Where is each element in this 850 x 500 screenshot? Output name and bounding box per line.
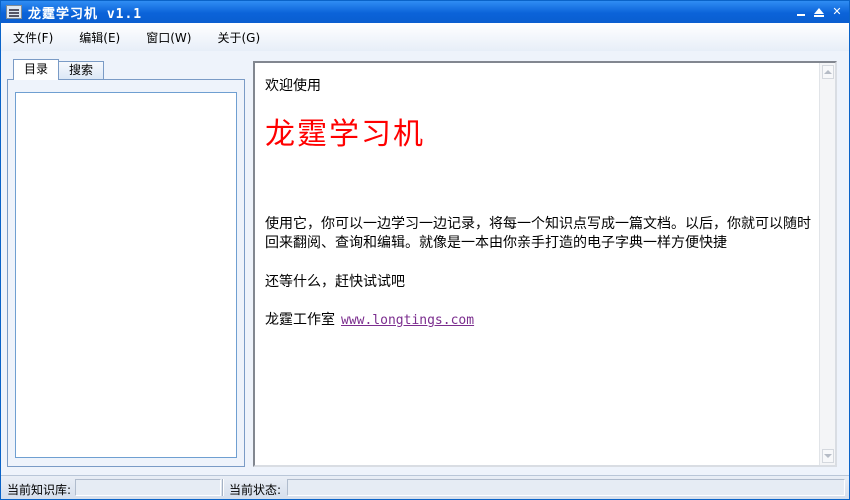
call-to-action-text: 还等什么，赶快试试吧 <box>265 274 405 290</box>
app-window: 龙霆学习机 v1.1 ✕ 文件(F) 编辑(E) 窗口(W) 关于(G) 目录 … <box>0 0 850 500</box>
close-button[interactable]: ✕ <box>831 5 843 18</box>
scroll-up-button[interactable] <box>822 65 834 79</box>
menu-about[interactable]: 关于(G) <box>213 27 264 48</box>
sidebar-tabs: 目录 搜索 <box>13 59 105 80</box>
description-paragraph: 使用它，你可以一边学习一边记录，将每一个知识点写成一篇文档。以后，你就可以随时回… <box>265 216 811 251</box>
title-bar[interactable]: 龙霆学习机 v1.1 ✕ <box>1 1 849 23</box>
current-status-label: 当前状态: <box>229 483 282 497</box>
menu-edit[interactable]: 编辑(E) <box>75 27 124 48</box>
menu-window[interactable]: 窗口(W) <box>142 27 195 48</box>
studio-signature: 龙霆工作室 www.longtings.com <box>265 309 815 329</box>
window-title: 龙霆学习机 v1.1 <box>28 6 143 22</box>
maximize-button[interactable] <box>813 5 825 18</box>
knowledge-base-label: 当前知识库: <box>7 483 72 497</box>
scroll-up-icon <box>824 70 832 74</box>
contents-tree[interactable] <box>15 92 237 458</box>
welcome-text: 欢迎使用 <box>265 78 321 94</box>
website-link[interactable]: www.longtings.com <box>341 313 474 328</box>
current-status-field <box>287 479 845 496</box>
app-icon[interactable] <box>6 5 22 19</box>
window-controls: ✕ <box>795 5 843 18</box>
tab-contents[interactable]: 目录 <box>13 59 60 80</box>
knowledge-base-field <box>75 479 221 496</box>
document-body: 欢迎使用 龙霆学习机 使用它，你可以一边学习一边记录，将每一个知识点写成一篇文档… <box>265 75 815 329</box>
scroll-down-icon <box>824 454 832 458</box>
sidebar-panel: 目录 搜索 <box>7 59 245 467</box>
status-bar: 当前知识库: 当前状态: <box>1 475 849 499</box>
tab-search[interactable]: 搜索 <box>58 61 105 79</box>
scroll-down-button[interactable] <box>822 449 834 463</box>
tab-panel <box>7 79 245 467</box>
vertical-scrollbar[interactable] <box>819 63 835 465</box>
close-icon: ✕ <box>832 5 842 18</box>
minimize-button[interactable] <box>795 5 807 18</box>
studio-name: 龙霆工作室 <box>265 312 335 328</box>
status-divider <box>222 479 224 496</box>
minimize-icon <box>797 14 805 16</box>
menu-bar: 文件(F) 编辑(E) 窗口(W) 关于(G) <box>1 23 849 51</box>
maximize-icon <box>814 8 824 17</box>
product-title: 龙霆学习机 <box>265 117 425 152</box>
menu-file[interactable]: 文件(F) <box>9 27 57 48</box>
document-viewer[interactable]: 欢迎使用 龙霆学习机 使用它，你可以一边学习一边记录，将每一个知识点写成一篇文档… <box>253 61 837 467</box>
